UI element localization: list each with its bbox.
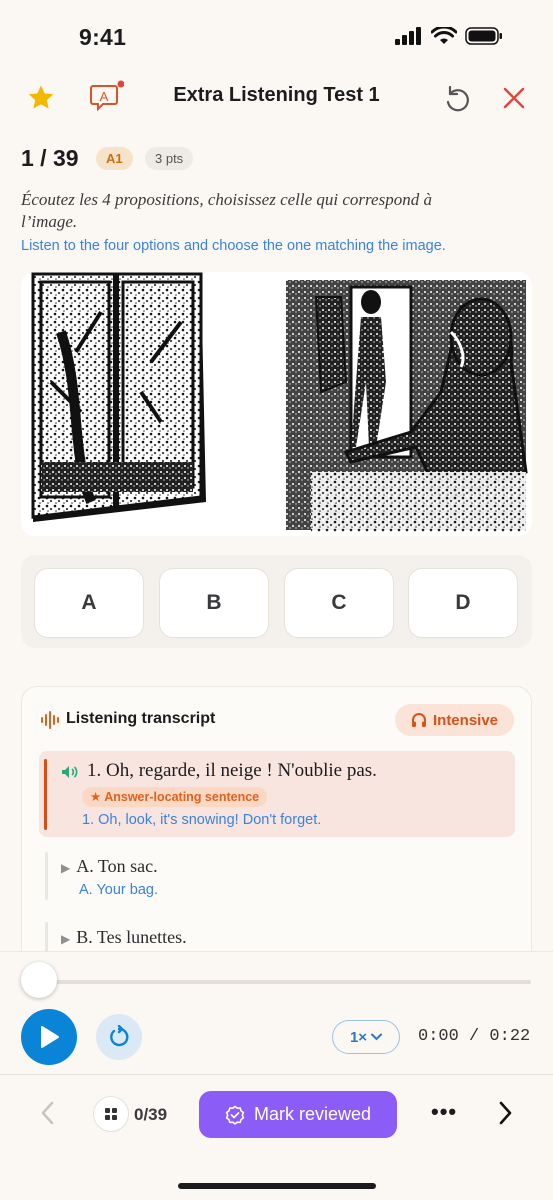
chevron-down-icon — [371, 1033, 383, 1041]
audio-progress-knob[interactable] — [21, 962, 57, 998]
option-a-english: A. Your bag. — [79, 882, 159, 898]
next-question-button[interactable] — [497, 1098, 515, 1133]
grid-icon — [105, 1108, 117, 1120]
points-badge: 3 pts — [145, 147, 194, 170]
option-a-french: A. Ton sac. — [76, 856, 158, 876]
previous-question-button[interactable] — [38, 1098, 56, 1133]
chevron-right-icon — [499, 1101, 512, 1125]
mark-reviewed-label: Mark reviewed — [253, 1104, 372, 1124]
reset-icon[interactable] — [443, 84, 471, 114]
audio-progress-track[interactable] — [40, 980, 531, 984]
play-triangle-icon: ▶ — [61, 932, 71, 946]
status-time: 9:41 — [79, 24, 127, 50]
status-icons — [395, 27, 503, 45]
play-button[interactable] — [21, 1009, 77, 1065]
transcript-title: Listening transcript — [66, 710, 216, 727]
speed-label: 1× — [349, 1028, 368, 1046]
chevron-left-icon — [41, 1101, 54, 1125]
battery-icon — [465, 27, 502, 45]
answer-option-b[interactable]: B — [159, 568, 269, 638]
intensive-button[interactable]: Intensive — [395, 704, 514, 736]
option-a-bar — [45, 852, 48, 900]
audio-player — [0, 951, 553, 1200]
playback-speed-select[interactable]: 1× — [332, 1020, 400, 1054]
question-grid-button[interactable] — [93, 1096, 129, 1132]
badge-check-icon — [225, 1105, 245, 1125]
answer-locating-badge: ★ Answer-locating sentence — [82, 787, 268, 807]
transcript-option-b[interactable]: ▶ B. Tes lunettes. — [61, 927, 187, 948]
audio-time: 0:00 / 0:22 — [418, 1027, 531, 1046]
bottom-divider — [0, 1074, 553, 1075]
replay-icon — [110, 1025, 129, 1047]
wifi-icon — [431, 27, 457, 44]
level-badge: A1 — [96, 147, 133, 170]
question-image — [21, 272, 532, 536]
waveform-icon — [40, 711, 60, 734]
close-icon[interactable] — [502, 86, 526, 110]
option-b-bar — [45, 922, 48, 952]
question-counter: 1 / 39 — [21, 145, 79, 171]
signal-icon — [395, 27, 421, 45]
sentence-highlight-bar — [44, 759, 47, 830]
instruction-english: Listen to the four options and choose th… — [21, 238, 446, 254]
intensive-label: Intensive — [432, 711, 499, 729]
replay-button[interactable] — [96, 1014, 142, 1060]
answer-option-c[interactable]: C — [284, 568, 394, 638]
answer-option-a[interactable]: A — [34, 568, 144, 638]
questions-progress: 0/39 — [134, 1105, 168, 1124]
more-options-button[interactable]: ••• — [431, 1099, 457, 1125]
sentence-french: 1. Oh, regarde, il neige ! N'oublie pas. — [87, 760, 377, 781]
mark-reviewed-button[interactable]: Mark reviewed — [199, 1091, 397, 1138]
speaker-icon[interactable] — [61, 765, 79, 784]
option-b-french: B. Tes lunettes. — [76, 927, 187, 947]
play-icon — [41, 1026, 59, 1048]
headphones-icon — [411, 713, 426, 727]
sentence-english: 1. Oh, look, it's snowing! Don't forget. — [82, 812, 322, 828]
play-triangle-icon: ▶ — [61, 861, 71, 875]
transcript-option-a[interactable]: ▶ A. Ton sac. — [61, 856, 158, 877]
answer-option-d[interactable]: D — [408, 568, 518, 638]
home-indicator — [178, 1183, 376, 1189]
instruction-french: Écoutez les 4 propositions, choisissez c… — [21, 190, 432, 231]
